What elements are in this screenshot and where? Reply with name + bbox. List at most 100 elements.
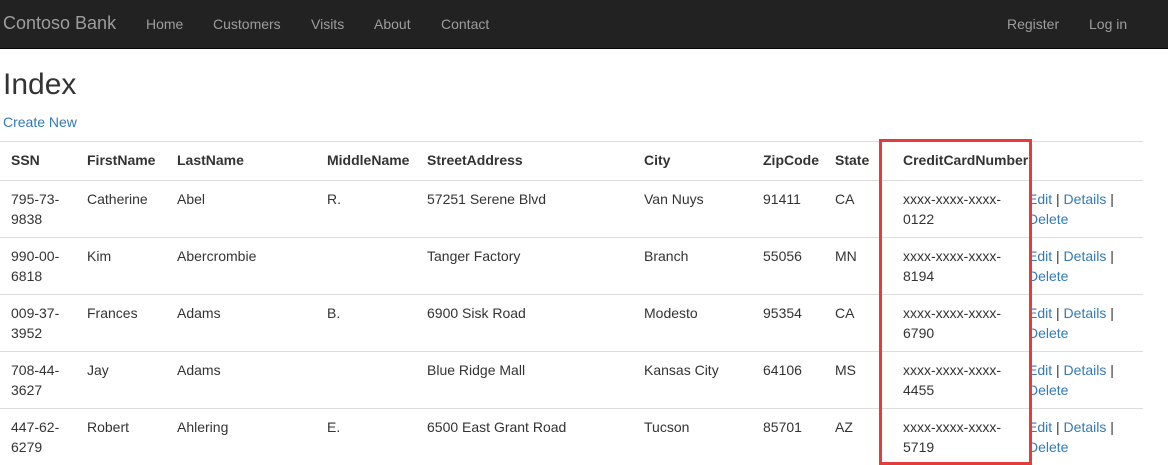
details-link[interactable]: Details (1064, 419, 1107, 435)
link-separator: | (1056, 305, 1060, 321)
cell-state: MN (835, 238, 886, 295)
details-link[interactable]: Details (1064, 305, 1107, 321)
cell-state: AZ (835, 409, 886, 465)
cell-ssn: 009-37-3952 (0, 295, 87, 352)
ssn-part-1: 990-00- (11, 246, 87, 266)
cell-middlename (327, 352, 427, 409)
cell-firstname: Robert (87, 409, 177, 465)
cell-ssn: 708-44-3627 (0, 352, 87, 409)
cell-middlename: B. (327, 295, 427, 352)
cell-ssn: 447-62-6279 (0, 409, 87, 465)
delete-link[interactable]: Delete (1028, 325, 1068, 341)
cell-firstname: Frances (87, 295, 177, 352)
cell-firstname: Kim (87, 238, 177, 295)
ssn-part-2: 9838 (11, 209, 87, 229)
table-row: 990-00-6818KimAbercrombieTanger FactoryB… (0, 238, 1143, 295)
create-new-link[interactable]: Create New (3, 113, 77, 131)
cc-part-1: xxxx-xxxx-xxxx- (903, 189, 1028, 209)
header-city: City (644, 142, 763, 181)
link-separator: | (1110, 248, 1114, 264)
cell-ssn: 795-73-9838 (0, 181, 87, 238)
edit-link[interactable]: Edit (1028, 419, 1052, 435)
cell-actions: Edit | Details |Delete (1028, 295, 1143, 352)
nav-link-register[interactable]: Register (1007, 15, 1059, 33)
ssn-part-2: 3952 (11, 323, 87, 343)
table-body: 795-73-9838CatherineAbelR.57251 Serene B… (0, 181, 1143, 465)
ssn-part-2: 3627 (11, 380, 87, 400)
cell-lastname: Ahlering (177, 409, 327, 465)
cc-part-2: 5719 (903, 437, 1028, 457)
delete-link[interactable]: Delete (1028, 439, 1068, 455)
cc-part-2: 0122 (903, 209, 1028, 229)
page-title: Index (3, 67, 76, 103)
nav-link-contact[interactable]: Contact (441, 15, 489, 33)
link-separator: | (1056, 248, 1060, 264)
cell-state: CA (835, 181, 886, 238)
table-row: 708-44-3627JayAdams Blue Ridge MallKansas… (0, 352, 1143, 409)
ssn-part-1: 795-73- (11, 189, 87, 209)
cc-part-2: 6790 (903, 323, 1028, 343)
header-state: State (835, 142, 886, 181)
cell-city: Van Nuys (644, 181, 763, 238)
header-actions (1028, 142, 1143, 181)
header-middlename: MiddleName (327, 142, 427, 181)
link-separator: | (1110, 419, 1114, 435)
cc-part-2: 8194 (903, 266, 1028, 286)
ssn-part-2: 6279 (11, 437, 87, 457)
nav-link-home[interactable]: Home (146, 15, 183, 33)
link-separator: | (1110, 362, 1114, 378)
details-link[interactable]: Details (1064, 191, 1107, 207)
cc-part-1: xxxx-xxxx-xxxx- (903, 303, 1028, 323)
cell-actions: Edit | Details | Delete (1028, 238, 1143, 295)
cell-lastname: Adams (177, 352, 327, 409)
cell-city: Kansas City (644, 352, 763, 409)
cell-streetaddress: 6900 Sisk Road (427, 295, 644, 352)
nav-link-about[interactable]: About (374, 15, 411, 33)
cell-creditcardnumber: xxxx-xxxx-xxxx-0122 (886, 181, 1028, 238)
table-row: 447-62-6279RobertAhleringE.6500 East Gra… (0, 409, 1143, 465)
edit-link[interactable]: Edit (1028, 362, 1052, 378)
cc-part-1: xxxx-xxxx-xxxx- (903, 246, 1028, 266)
cell-creditcardnumber: xxxx-xxxx-xxxx-8194 (886, 238, 1028, 295)
delete-link[interactable]: Delete (1028, 211, 1068, 227)
cell-city: Modesto (644, 295, 763, 352)
ssn-part-1: 447-62- (11, 417, 87, 437)
cell-actions: Edit | Details |Delete (1028, 352, 1143, 409)
cell-zipcode: 95354 (763, 295, 835, 352)
header-streetaddress: StreetAddress (427, 142, 644, 181)
nav-link-login[interactable]: Log in (1089, 15, 1127, 33)
cell-state: CA (835, 295, 886, 352)
cell-actions: Edit | Details |Delete (1028, 181, 1143, 238)
cell-firstname: Catherine (87, 181, 177, 238)
cell-streetaddress: Blue Ridge Mall (427, 352, 644, 409)
cell-middlename (327, 238, 427, 295)
edit-link[interactable]: Edit (1028, 305, 1052, 321)
customers-table-container: SSN FirstName LastName MiddleName Street… (0, 141, 1143, 465)
cell-city: Tucson (644, 409, 763, 465)
cc-part-1: xxxx-xxxx-xxxx- (903, 417, 1028, 437)
cell-firstname: Jay (87, 352, 177, 409)
brand-link[interactable]: Contoso Bank (3, 13, 116, 33)
nav-link-visits[interactable]: Visits (311, 15, 344, 33)
edit-link[interactable]: Edit (1028, 248, 1052, 264)
cc-part-1: xxxx-xxxx-xxxx- (903, 360, 1028, 380)
edit-link[interactable]: Edit (1028, 191, 1052, 207)
details-link[interactable]: Details (1064, 362, 1107, 378)
header-firstname: FirstName (87, 142, 177, 181)
cell-middlename: E. (327, 409, 427, 465)
delete-link[interactable]: Delete (1028, 382, 1068, 398)
ssn-part-1: 708-44- (11, 360, 87, 380)
cell-creditcardnumber: xxxx-xxxx-xxxx-5719 (886, 409, 1028, 465)
cc-part-2: 4455 (903, 380, 1028, 400)
nav-link-customers[interactable]: Customers (213, 15, 281, 33)
cell-creditcardnumber: xxxx-xxxx-xxxx-4455 (886, 352, 1028, 409)
table-row: 795-73-9838CatherineAbelR.57251 Serene B… (0, 181, 1143, 238)
cell-streetaddress: Tanger Factory (427, 238, 644, 295)
table-header-row: SSN FirstName LastName MiddleName Street… (0, 142, 1143, 181)
customers-table: SSN FirstName LastName MiddleName Street… (0, 141, 1143, 465)
header-ssn: SSN (0, 142, 87, 181)
delete-link[interactable]: Delete (1028, 268, 1068, 284)
cell-creditcardnumber: xxxx-xxxx-xxxx-6790 (886, 295, 1028, 352)
link-separator: | (1110, 191, 1114, 207)
details-link[interactable]: Details (1064, 248, 1107, 264)
